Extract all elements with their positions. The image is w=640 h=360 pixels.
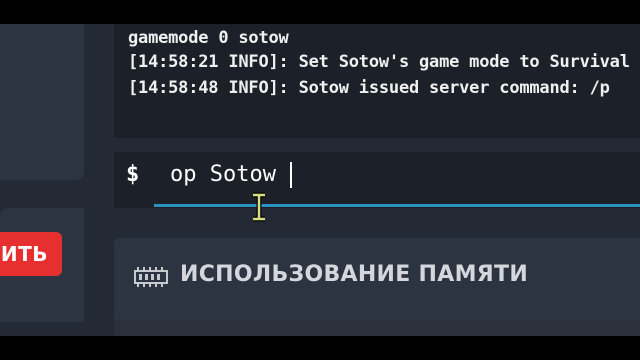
console-output: gamemode 0 sotow [14:58:21 INFO]: Set So… <box>114 24 640 138</box>
console-line: gamemode 0 sotow <box>128 28 289 48</box>
memory-usage-title: ИСПОЛЬЗОВАНИЕ ПАМЯТИ <box>180 262 529 287</box>
text-caret <box>290 162 292 188</box>
memory-usage-card: ИСПОЛЬЗОВАНИЕ ПАМЯТИ <box>114 238 640 322</box>
next-card-edge <box>114 320 640 336</box>
console-line: [14:58:21 INFO]: Set Sotow's game mode t… <box>128 52 630 72</box>
prompt-symbol: $ <box>126 162 140 187</box>
console-input-row[interactable]: $ op Sotow <box>114 152 640 208</box>
server-panel: ИТЬ gamemode 0 sotow [14:58:21 INFO]: Se… <box>0 24 640 336</box>
memory-chip-icon <box>134 267 168 287</box>
stop-button[interactable]: ИТЬ <box>0 232 62 276</box>
console-line: [14:58:48 INFO]: Sotow issued server com… <box>128 78 610 98</box>
text-cursor-icon <box>253 192 265 222</box>
command-input[interactable]: op Sotow <box>170 162 276 187</box>
left-card <box>0 24 84 180</box>
input-focus-underline <box>154 204 640 207</box>
